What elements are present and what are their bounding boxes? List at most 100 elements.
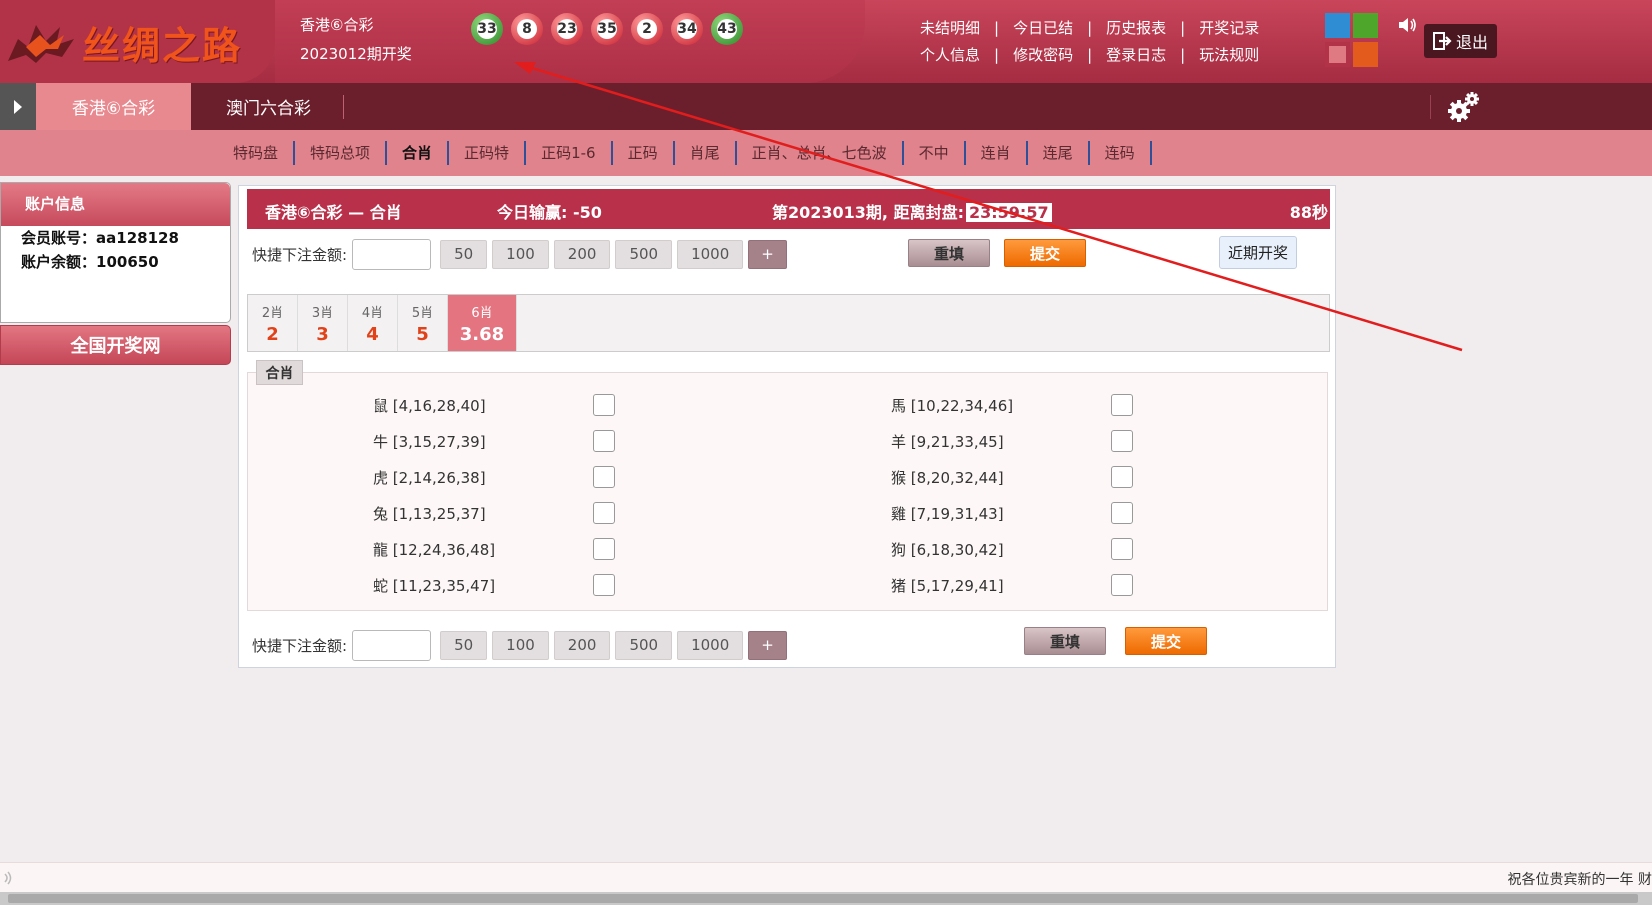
- odds-tab[interactable]: 4肖 4: [348, 295, 398, 351]
- zodiac-label: 雞 [7,19,31,43]: [891, 504, 1004, 523]
- submit-button[interactable]: 提交: [1125, 627, 1207, 655]
- zodiac-checkbox[interactable]: [593, 466, 615, 488]
- bet-type-tab[interactable]: 连尾: [1028, 141, 1090, 165]
- bet-type-nav-items: 特码盘 特码总项 合肖 正码特 正码1-6 正码 肖尾 正肖、总肖、七色波 不中 连肖 连尾 连码: [218, 130, 1152, 176]
- zodiac-checkbox[interactable]: [1111, 430, 1133, 452]
- add-amount-button[interactable]: +: [748, 630, 787, 660]
- top-link[interactable]: 今日已结: [1013, 17, 1073, 38]
- bet-type-tab[interactable]: 正码: [613, 141, 675, 165]
- recent-draws-button[interactable]: 近期开奖: [1219, 236, 1297, 269]
- odds-tab[interactable]: 6肖 3.68: [448, 295, 517, 351]
- amount-button[interactable]: 100: [492, 239, 549, 269]
- odds-tab[interactable]: 3肖 3: [298, 295, 348, 351]
- bet-type-tab[interactable]: 连码: [1090, 141, 1152, 165]
- draw-ball-number: 34: [677, 21, 697, 37]
- amount-button[interactable]: 500: [615, 239, 673, 269]
- theme-swatch[interactable]: [1353, 42, 1378, 67]
- marquee-text: 祝各位贵宾新的一年 财: [1507, 872, 1652, 888]
- draw-result-balls: 33 8 23 35 2 34 43: [471, 13, 743, 45]
- reset-button[interactable]: 重填: [908, 239, 990, 267]
- quick-amount-input[interactable]: [352, 238, 432, 270]
- horizontal-scrollbar[interactable]: [0, 892, 1652, 905]
- zodiac-row: 虎 [2,14,26,38]: [373, 459, 615, 495]
- theme-swatch[interactable]: [1325, 13, 1350, 38]
- scrollbar-thumb[interactable]: [8, 894, 1638, 903]
- sound-icon[interactable]: [1396, 14, 1418, 36]
- amount-button[interactable]: 500: [615, 630, 673, 660]
- amount-button[interactable]: 50: [440, 630, 488, 660]
- bet-type-tab[interactable]: 特码总项: [295, 141, 388, 165]
- quick-amount-input[interactable]: [352, 629, 432, 661]
- amount-button[interactable]: 50: [440, 239, 488, 269]
- odds-tab[interactable]: 5肖 5: [398, 295, 448, 351]
- zodiac-checkbox[interactable]: [593, 502, 615, 524]
- bet-type-tab[interactable]: 合肖: [387, 141, 450, 165]
- zodiac-label: 蛇 [11,23,35,47]: [373, 576, 496, 595]
- odds-tab-name: 4肖: [361, 305, 384, 321]
- zodiac-row: 猴 [8,20,32,44]: [891, 459, 1133, 495]
- zodiac-checkbox[interactable]: [593, 538, 615, 560]
- bet-panel-title: 香港⑥合彩 — 合肖: [265, 203, 402, 222]
- zodiac-checkbox[interactable]: [593, 430, 615, 452]
- sidebar-toggle[interactable]: [0, 83, 36, 130]
- zodiac-checkbox[interactable]: [1111, 538, 1133, 560]
- logo[interactable]: 丝绸之路: [6, 14, 242, 70]
- gear-icon[interactable]: [1446, 90, 1482, 124]
- bet-type-tab[interactable]: 连肖: [966, 141, 1028, 165]
- bet-type-tab[interactable]: 肖尾: [675, 141, 737, 165]
- odds-tab[interactable]: 2肖 2: [248, 295, 298, 351]
- add-amount-button[interactable]: +: [748, 239, 787, 269]
- top-link[interactable]: 开奖记录: [1199, 17, 1259, 38]
- caret-right-icon: [14, 99, 22, 114]
- top-link[interactable]: 历史报表: [1106, 17, 1166, 38]
- quick-amount-buttons: 50 100 200 500 1000 +: [435, 239, 787, 269]
- quick-amount-buttons: 50 100 200 500 1000 +: [435, 630, 787, 660]
- amount-button[interactable]: 100: [492, 630, 549, 660]
- balance-label: 账户余额：: [21, 253, 97, 271]
- submit-button[interactable]: 提交: [1004, 239, 1086, 267]
- amount-button[interactable]: 200: [553, 239, 611, 269]
- theme-swatch[interactable]: [1353, 13, 1378, 38]
- draw-ball: 2: [631, 13, 663, 45]
- bet-type-tab[interactable]: 正码1-6: [526, 141, 613, 165]
- bet-type-nav: 特码盘 特码总项 合肖 正码特 正码1-6 正码 肖尾 正肖、总肖、七色波 不中 连肖 连尾 连码: [0, 130, 1652, 176]
- top-link[interactable]: 登录日志: [1106, 44, 1166, 65]
- top-link[interactable]: 未结明细: [920, 17, 980, 38]
- amount-button[interactable]: 1000: [677, 630, 744, 660]
- zodiac-checkbox[interactable]: [593, 394, 615, 416]
- zodiac-label: 虎 [2,14,26,38]: [373, 468, 486, 487]
- zodiac-checkbox[interactable]: [593, 574, 615, 596]
- zodiac-checkbox[interactable]: [1111, 502, 1133, 524]
- zodiac-label: 馬 [10,22,34,46]: [891, 396, 1014, 415]
- zodiac-checkbox[interactable]: [1111, 466, 1133, 488]
- theme-swatch[interactable]: [1325, 42, 1350, 67]
- amount-button[interactable]: 200: [553, 630, 611, 660]
- zodiac-row: 蛇 [11,23,35,47]: [373, 567, 615, 603]
- zodiac-row: 羊 [9,21,33,45]: [891, 423, 1133, 459]
- top-link[interactable]: 修改密码: [1013, 44, 1073, 65]
- logout-button[interactable]: 退出: [1424, 24, 1497, 58]
- bet-type-tab[interactable]: 不中: [904, 141, 966, 165]
- zodiac-row: 龍 [12,24,36,48]: [373, 531, 615, 567]
- bet-type-tab[interactable]: 特码盘: [218, 141, 296, 165]
- gear-divider: [1430, 95, 1431, 119]
- tab-macau-lottery[interactable]: 澳门六合彩: [191, 83, 346, 130]
- footer-marquee-bar: 祝各位贵宾新的一年 财: [0, 862, 1652, 892]
- link-separator: |: [994, 45, 1000, 64]
- bet-type-tab[interactable]: 正码特: [449, 141, 527, 165]
- odds-tab-name: 3肖: [311, 305, 334, 321]
- amount-button[interactable]: 1000: [677, 239, 744, 269]
- draw-ball: 34: [671, 13, 703, 45]
- odds-tab-name: 5肖: [411, 305, 434, 321]
- zodiac-checkbox[interactable]: [1111, 394, 1133, 416]
- zodiac-row: 猪 [5,17,29,41]: [891, 567, 1133, 603]
- reset-button[interactable]: 重填: [1024, 627, 1106, 655]
- zodiac-group-label: 合肖: [256, 360, 303, 385]
- bet-panel-header: 香港⑥合彩 — 合肖 今日输赢: -50 第2023013期, 距离封盘: 23:…: [247, 189, 1330, 229]
- national-results-link[interactable]: 全国开奖网: [0, 325, 231, 365]
- top-link[interactable]: 玩法规则: [1199, 44, 1259, 65]
- zodiac-checkbox[interactable]: [1111, 574, 1133, 596]
- bet-type-tab[interactable]: 正肖、总肖、七色波: [737, 141, 904, 165]
- top-link[interactable]: 个人信息: [920, 44, 980, 65]
- tab-hk-lottery[interactable]: 香港⑥合彩: [36, 83, 191, 130]
